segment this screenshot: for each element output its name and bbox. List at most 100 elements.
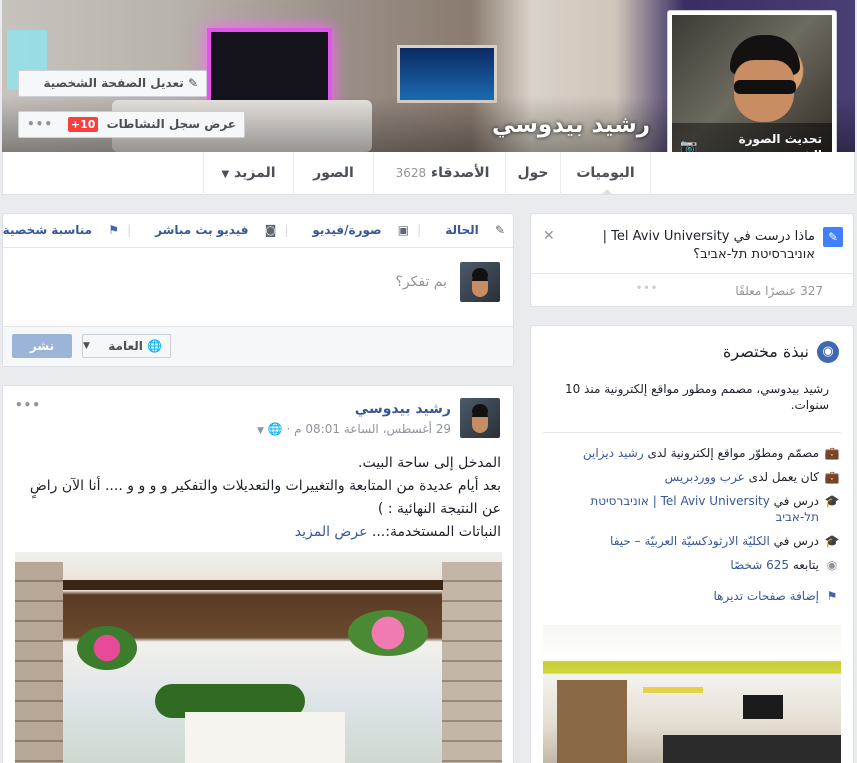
activity-log-button[interactable]: عرض سجل النشاطات 10+ •••	[18, 111, 245, 138]
tab-more[interactable]: ▼ المزيد	[203, 152, 293, 195]
entrance-door	[185, 712, 345, 763]
post-text-line: بعد أيام عديدة من المتابعة والتغييرات وا…	[29, 478, 501, 517]
add-pages-row: ⚑ إضافة صفحات تديرها	[541, 588, 841, 604]
desk	[663, 735, 841, 763]
composer-live-video-tab[interactable]: ◙ فيديو بث مباشر	[143, 223, 276, 237]
status-label: الحالة	[445, 223, 479, 237]
post-text-line: النباتات المستخدمة:... عرض المزيد	[11, 521, 501, 544]
tab-friends[interactable]: 3628 الأصدقاء	[373, 152, 505, 195]
audience-label: العامة	[108, 339, 143, 353]
composer-input[interactable]: بم تفكر؟	[395, 274, 447, 290]
wood-beam	[63, 580, 443, 590]
intro-item-work-past: 💼 كان يعمل لدى عرب ووردبريس	[541, 469, 841, 485]
intro-item-education: 🎓 درس في الكليّة الارثوذكسيّة العربيّة – …	[541, 533, 841, 549]
activity-badge: 10+	[67, 117, 99, 132]
pencil-icon: ✎	[823, 227, 843, 247]
flag-icon: ⚑	[826, 589, 838, 603]
pencil-icon: ✎	[187, 76, 198, 90]
intro-item-link[interactable]: رشيد ديزاين	[583, 446, 644, 460]
post-text: المدخل إلى ساحة البيت. بعد أيام عديدة من…	[11, 452, 501, 544]
monitor	[743, 695, 783, 719]
hanging-flowers-right	[348, 610, 428, 656]
graduation-cap-icon: 🎓	[824, 494, 840, 508]
intro-item-text: كان يعمل لدى	[744, 470, 819, 484]
close-icon[interactable]: ✕	[543, 228, 555, 244]
divider	[543, 432, 841, 433]
friends-count: 3628	[395, 166, 427, 180]
post-date[interactable]: 29 أغسطس، الساعة 08:01 م	[294, 422, 451, 436]
education-prompt-footer: 327 عنصرًا معلقًا •••	[531, 273, 853, 307]
flag-icon: ⚑	[108, 223, 120, 237]
stone-wall-right	[442, 562, 502, 763]
pencil-icon: ✎	[494, 223, 505, 237]
globe-icon[interactable]: 🌐	[268, 422, 283, 436]
tab-about[interactable]: حول	[505, 152, 560, 195]
intro-item-link[interactable]: عرب ووردبريس	[665, 470, 745, 484]
separator-dot: ·	[286, 422, 291, 436]
hanging-flowers-left	[77, 626, 137, 670]
profile-picture-image: تحديث الصورة الشخصية 📷	[672, 15, 832, 175]
intro-item-text: درس في	[769, 534, 819, 548]
intro-item-work: 💼 مصمّم ومطوّر مواقع إلكترونية لدى رشيد د…	[541, 445, 841, 461]
composer-life-event-tab[interactable]: ⚑ مناسبة شخصية	[0, 223, 119, 237]
video-camera-icon: ◙	[264, 223, 277, 237]
intro-item-education: 🎓درس في Tel Aviv University | אוניברסיטת…	[541, 493, 841, 525]
intro-item-followers: ◉ يتابعه 625 شخصًا	[541, 557, 841, 573]
intro-item-link[interactable]: الكليّة الارثوذكسيّة العربيّة – حيفا	[610, 534, 770, 548]
pending-dots-icon: •••	[635, 283, 659, 294]
intro-item-text: درس في	[769, 494, 819, 508]
intro-item-link[interactable]: 625 شخصًا	[730, 558, 789, 572]
see-more-link[interactable]: عرض المزيد	[295, 524, 368, 540]
chevron-down-icon[interactable]: ▼	[257, 426, 264, 436]
tab-more-label: المزيد	[234, 165, 276, 181]
intro-item-text: يتابعه	[789, 558, 819, 572]
chevron-down-icon: ▼	[221, 169, 230, 180]
edit-profile-label: تعديل الصفحة الشخصية	[43, 76, 184, 90]
composer-type-row: ✎ الحالة | ▣ صورة/فيديو | ◙ فيديو بث مباشر | ⚑…	[3, 214, 513, 248]
shelf	[643, 687, 703, 693]
globe-icon: ◉	[817, 341, 839, 363]
divider: |	[127, 223, 132, 237]
briefcase-icon: 💼	[824, 446, 840, 460]
intro-featured-photo[interactable]	[543, 625, 841, 763]
bookcase	[557, 680, 627, 763]
chevron-down-icon: ▼	[83, 341, 90, 351]
add-pages-link[interactable]: إضافة صفحات تديرها	[713, 589, 819, 603]
profile-name[interactable]: رشيد بيدوسي	[492, 112, 650, 138]
education-question[interactable]: ماذا درست في Tel Aviv University | אוניב…	[553, 228, 815, 264]
cover-aquarium	[397, 45, 497, 103]
live-video-label: فيديو بث مباشر	[155, 223, 249, 237]
composer-photo-video-tab[interactable]: ▣ صورة/فيديو	[300, 223, 409, 237]
audience-selector[interactable]: 🌐 العامة ▼	[82, 334, 171, 358]
avatar-sunglasses	[734, 80, 796, 94]
post-author-name[interactable]: رشيد بيدوسي	[355, 401, 451, 417]
tab-timeline[interactable]: اليوميات	[560, 152, 651, 195]
post-author-avatar[interactable]	[460, 398, 500, 438]
tab-photos[interactable]: الصور	[293, 152, 373, 195]
life-event-label: مناسبة شخصية	[2, 223, 93, 237]
divider: |	[417, 223, 422, 237]
more-options-icon[interactable]: •••	[27, 112, 53, 137]
post-text-line: المدخل إلى ساحة البيت.	[358, 455, 501, 471]
post-options-icon[interactable]: •••	[15, 398, 41, 412]
divider: |	[284, 223, 289, 237]
composer-footer: 🌐 العامة ▼ نشر	[3, 326, 513, 366]
tab-friends-label: الأصدقاء	[431, 165, 490, 181]
intro-title: نبذة مختصرة	[723, 342, 809, 361]
intro-bio: رشيد بيدوسي، مصمم ومطور مواقع إلكترونية …	[564, 382, 829, 412]
post-photo[interactable]	[15, 552, 502, 763]
post-text-truncated: النباتات المستخدمة:...	[371, 524, 501, 540]
timeline-post: رشيد بيدوسي 29 أغسطس، الساعة 08:01 م · 🌐…	[2, 385, 514, 763]
photo-video-label: صورة/فيديو	[312, 223, 382, 237]
composer-status-tab[interactable]: ✎ الحالة	[433, 223, 505, 237]
post-button[interactable]: نشر	[12, 334, 72, 358]
activity-log-label: عرض سجل النشاطات	[106, 117, 236, 131]
education-prompt: ✎ ماذا درست في Tel Aviv University | אונ…	[530, 213, 854, 307]
post-composer: ✎ الحالة | ▣ صورة/فيديو | ◙ فيديو بث مباشر | ⚑…	[2, 213, 514, 367]
camera-icon: ▣	[397, 223, 410, 237]
edit-profile-button[interactable]: ✎ تعديل الصفحة الشخصية	[18, 70, 207, 97]
rss-icon: ◉	[826, 558, 838, 572]
intro-item-text: مصمّم ومطوّر مواقع إلكترونية لدى	[643, 446, 819, 460]
composer-avatar	[460, 262, 500, 302]
stone-wall-left	[15, 562, 63, 763]
